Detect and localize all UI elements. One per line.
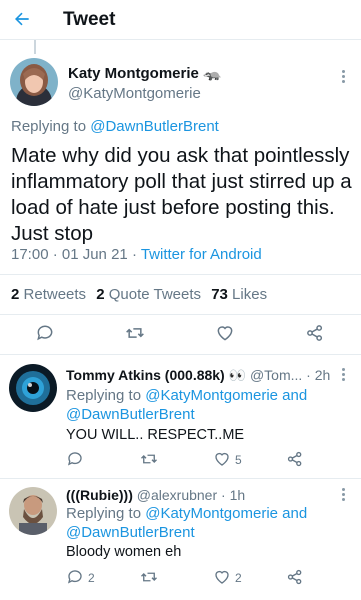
- replying-to: Replying to @KatyMontgomerie and @DawnBu…: [66, 505, 308, 541]
- share-icon[interactable]: [305, 323, 325, 343]
- author-name[interactable]: (((Rubie))): [66, 487, 133, 503]
- heart-icon[interactable]: [215, 323, 235, 343]
- retweet-icon[interactable]: [140, 568, 158, 586]
- share-icon[interactable]: [286, 450, 304, 468]
- mention-link[interactable]: @DawnButlerBrent: [90, 118, 219, 135]
- divider: [0, 354, 361, 355]
- tweet-timestamp[interactable]: 17:00 · 01 Jun 21: [11, 246, 128, 263]
- more-options-icon[interactable]: [336, 486, 350, 502]
- mention-link[interactable]: @DawnButlerBrent: [66, 524, 195, 541]
- more-options-icon[interactable]: [336, 366, 350, 382]
- badger-emoji: 🦡: [203, 65, 222, 82]
- author-name[interactable]: Katy Montgomerie 🦡: [68, 64, 222, 82]
- reply-header: Tommy Atkins (000.88k) 👀 @Tom... · 2h: [66, 367, 330, 384]
- author-handle[interactable]: @KatyMontgomerie: [68, 85, 201, 102]
- likes-stat[interactable]: 73 Likes: [211, 286, 267, 303]
- mention-link[interactable]: @KatyMontgomerie and: [145, 505, 307, 522]
- back-arrow-icon[interactable]: [12, 9, 32, 29]
- mention-link[interactable]: @KatyMontgomerie and: [145, 387, 307, 404]
- tweet-text: Mate why did you ask that pointlessly in…: [11, 144, 352, 245]
- retweet-icon[interactable]: [140, 450, 158, 468]
- heart-icon[interactable]: [213, 568, 231, 586]
- thread-connector-line: [34, 40, 36, 54]
- heart-icon[interactable]: [213, 450, 231, 468]
- handle-and-time[interactable]: @Tom... · 2h: [250, 367, 330, 383]
- reply-text: YOU WILL.. RESPECT..ME: [66, 427, 245, 443]
- avatar[interactable]: [10, 58, 58, 106]
- reply-icon[interactable]: [66, 568, 84, 586]
- retweet-icon[interactable]: [125, 323, 145, 343]
- reply-text: Bloody women eh: [66, 544, 182, 560]
- reply-icon[interactable]: [35, 323, 55, 343]
- page-title: Tweet: [63, 9, 116, 30]
- replying-to: Replying to @KatyMontgomerie and @DawnBu…: [66, 387, 308, 423]
- divider: [0, 314, 361, 315]
- share-icon[interactable]: [286, 568, 304, 586]
- eyes-emoji: 👀: [228, 367, 247, 383]
- author-name[interactable]: Tommy Atkins (000.88k): [66, 367, 225, 383]
- top-bar: Tweet: [0, 0, 361, 40]
- reply-icon[interactable]: [66, 450, 84, 468]
- replying-to: Replying to @DawnButlerBrent: [11, 118, 219, 135]
- divider: [0, 478, 361, 479]
- tweet-meta: 17:00 · 01 Jun 21 · Twitter for Android: [11, 246, 262, 263]
- avatar[interactable]: [9, 364, 57, 412]
- handle-and-time[interactable]: @alexrubner · 1h: [137, 487, 245, 503]
- retweets-stat[interactable]: 2 Retweets: [11, 286, 86, 303]
- engagement-stats: 2 Retweets 2 Quote Tweets 73 Likes: [11, 286, 273, 303]
- more-options-icon[interactable]: [336, 68, 350, 84]
- tweet-source[interactable]: Twitter for Android: [141, 246, 262, 263]
- divider: [0, 274, 361, 275]
- quote-tweets-stat[interactable]: 2 Quote Tweets: [96, 286, 201, 303]
- like-count: 5: [235, 453, 242, 467]
- avatar[interactable]: [9, 487, 57, 535]
- reply-header: (((Rubie))) @alexrubner · 1h: [66, 487, 245, 503]
- reply-count: 2: [88, 571, 95, 585]
- like-count: 2: [235, 571, 242, 585]
- mention-link[interactable]: @DawnButlerBrent: [66, 406, 195, 423]
